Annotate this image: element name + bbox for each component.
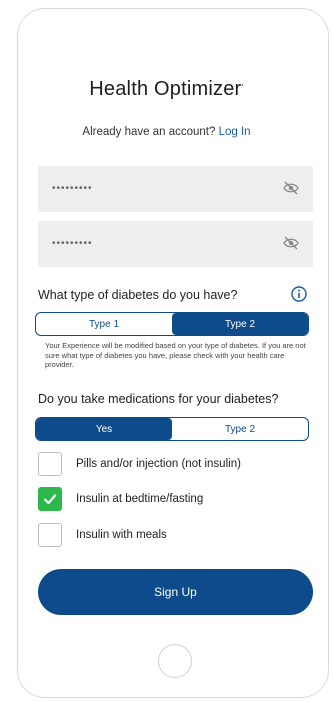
- info-icon[interactable]: [291, 286, 307, 302]
- medications-type-2-option[interactable]: Type 2: [172, 418, 308, 440]
- diabetes-type-note: Your Experience will be modified based o…: [45, 341, 306, 369]
- password-field[interactable]: •••••••••: [38, 166, 313, 212]
- diabetes-type-question: What type of diabetes do you have?: [38, 288, 238, 302]
- login-link[interactable]: Log In: [219, 126, 251, 138]
- yes-option[interactable]: Yes: [36, 418, 172, 440]
- confirm-password-masked-value: •••••••••: [52, 238, 93, 249]
- checkmark-icon: [43, 494, 57, 505]
- type-2-option[interactable]: Type 2: [172, 313, 308, 335]
- eye-slash-icon[interactable]: [283, 181, 299, 195]
- eye-slash-icon[interactable]: [283, 236, 299, 250]
- checkbox-row-insulin-meals[interactable]: Insulin with meals: [38, 522, 167, 548]
- pills-checkbox[interactable]: [38, 452, 62, 476]
- insulin-meals-label: Insulin with meals: [76, 529, 167, 541]
- trademark-mark: •: [241, 83, 244, 90]
- login-prompt-text: Already have an account?: [82, 126, 216, 138]
- app-title: Health Optimizer•: [89, 78, 244, 100]
- checkbox-row-insulin-bedtime[interactable]: Insulin at bedtime/fasting: [38, 486, 203, 512]
- sign-up-button[interactable]: Sign Up: [38, 569, 313, 615]
- insulin-meals-checkbox[interactable]: [38, 523, 62, 547]
- password-masked-value: •••••••••: [52, 183, 93, 194]
- insulin-bedtime-label: Insulin at bedtime/fasting: [76, 493, 204, 505]
- type-1-option[interactable]: Type 1: [36, 313, 172, 335]
- pills-label: Pills and/or injection (not insulin): [76, 458, 241, 470]
- medications-question: Do you take medications for your diabete…: [38, 392, 279, 406]
- login-prompt: Already have an account? Log In: [0, 126, 333, 138]
- home-button[interactable]: [158, 644, 192, 678]
- confirm-password-field[interactable]: •••••••••: [38, 221, 313, 267]
- checkbox-row-pills[interactable]: Pills and/or injection (not insulin): [38, 451, 241, 477]
- insulin-bedtime-checkbox[interactable]: [38, 487, 62, 511]
- medications-toggle: Yes Type 2: [35, 417, 309, 441]
- diabetes-type-toggle: Type 1 Type 2: [35, 312, 309, 336]
